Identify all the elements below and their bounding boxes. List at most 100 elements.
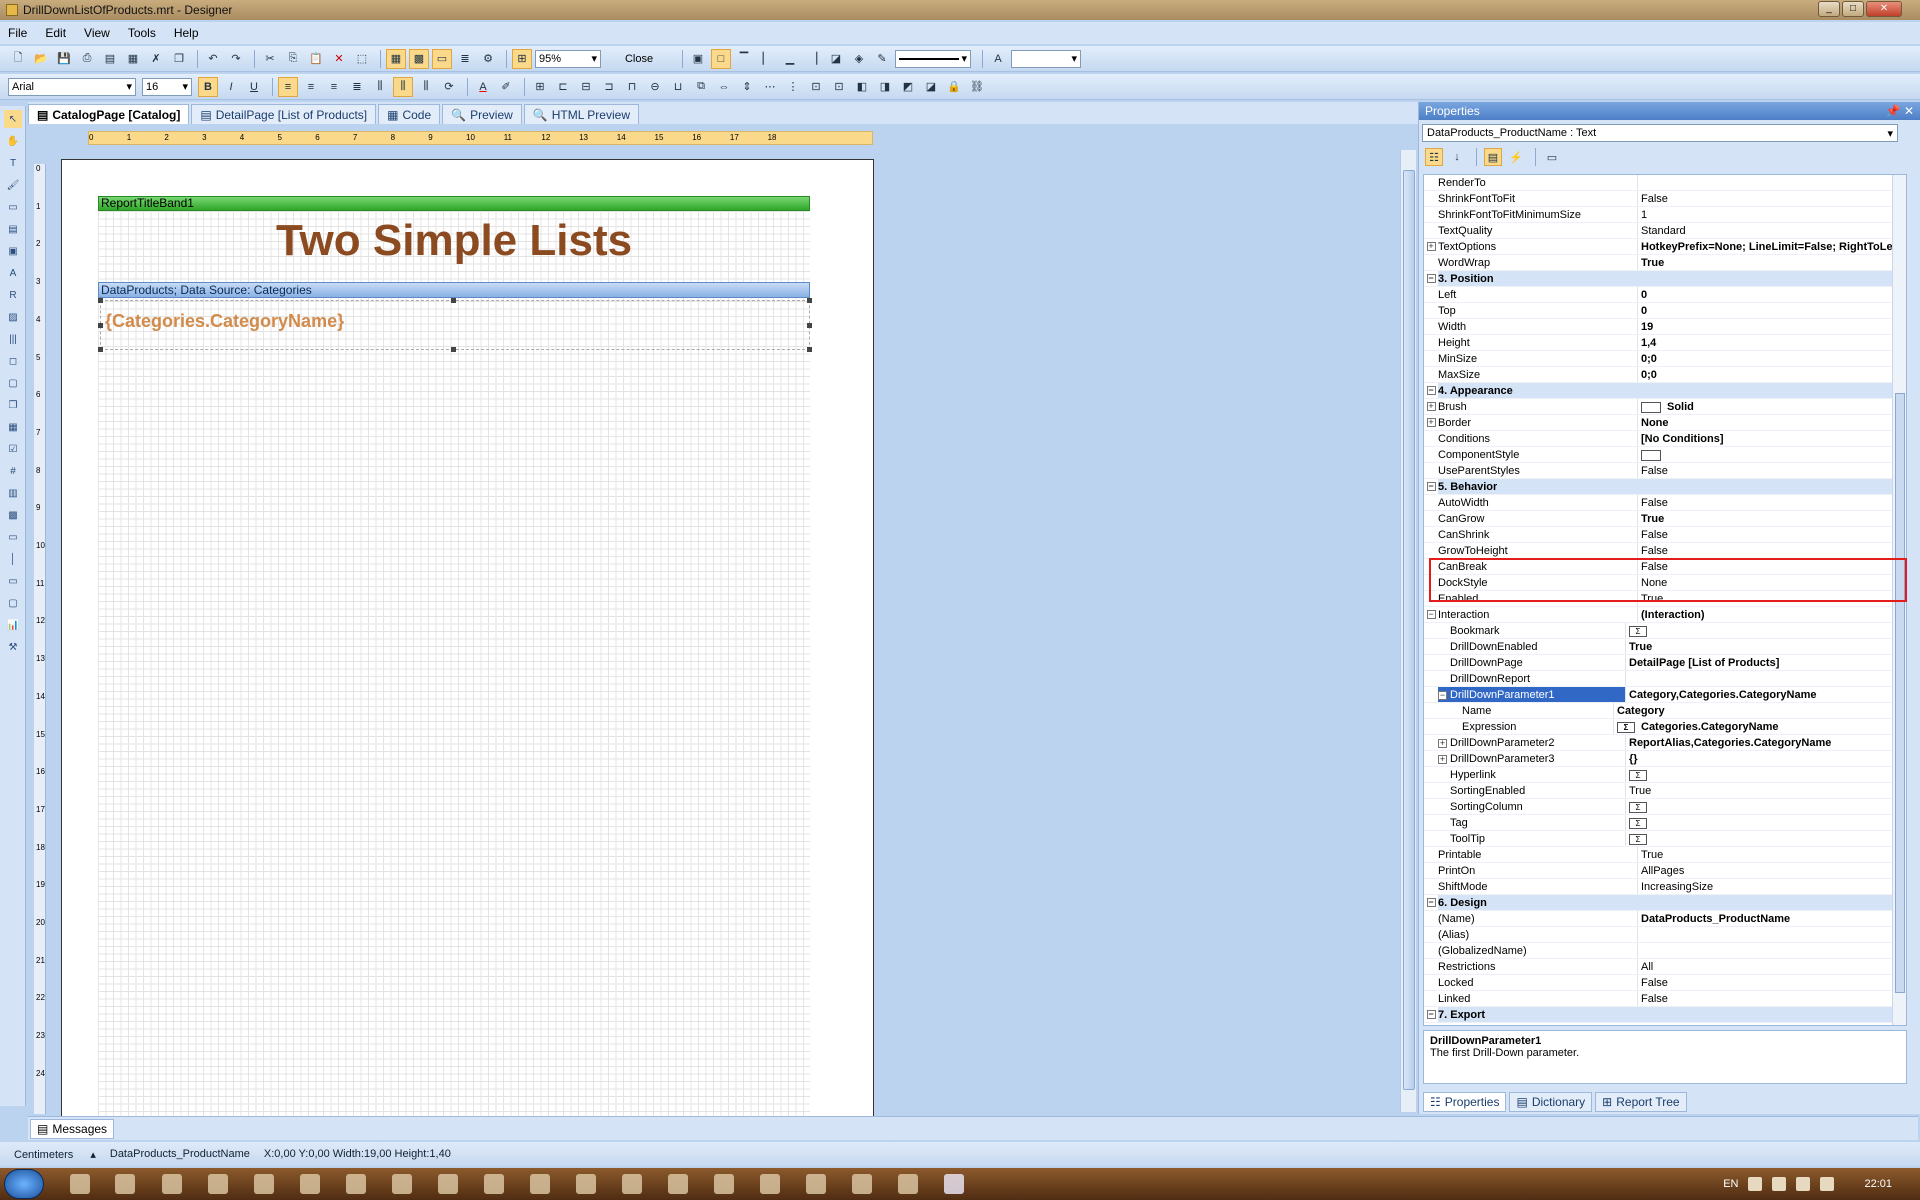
property-value[interactable]: ReportAlias,Categories.CategoryName xyxy=(1626,735,1906,750)
property-value[interactable]: False xyxy=(1638,543,1906,558)
resize-handle[interactable] xyxy=(98,347,103,352)
property-row[interactable]: Hyperlink Σ xyxy=(1424,767,1906,783)
alphabetical-icon[interactable]: ↓ xyxy=(1448,148,1466,166)
new-form-icon[interactable]: ▦ xyxy=(123,49,143,69)
tab-preview[interactable]: 🔍 Preview xyxy=(442,104,522,124)
rounded-rectangle-icon[interactable]: ▢ xyxy=(4,594,22,612)
expression-editor-icon[interactable]: Σ xyxy=(1629,625,1647,637)
link-icon[interactable]: ⛓ xyxy=(967,77,987,97)
make-same-height-icon[interactable]: ⇕ xyxy=(737,77,757,97)
tab-detail-page[interactable]: ▤ DetailPage [List of Products] xyxy=(191,104,377,124)
center-v-icon[interactable]: ⊡ xyxy=(829,77,849,97)
highlight-icon[interactable]: ✐ xyxy=(496,77,516,97)
taskbar-app-icon[interactable] xyxy=(484,1174,504,1194)
property-category[interactable]: −5. Behavior xyxy=(1424,479,1906,495)
property-value[interactable]: False xyxy=(1638,495,1906,510)
property-value[interactable]: 1 xyxy=(1638,207,1906,222)
taskbar-app-icon[interactable] xyxy=(346,1174,366,1194)
align-middles-icon[interactable]: ⊖ xyxy=(645,77,665,97)
property-grid[interactable]: RenderTo ShrinkFontToFit False ShrinkFontTo… xyxy=(1423,174,1907,1026)
property-row[interactable]: SortingEnabled True xyxy=(1424,783,1906,799)
zoom-icon[interactable]: ⊞ xyxy=(512,48,532,69)
property-row[interactable]: ShrinkFontToFit False xyxy=(1424,191,1906,207)
property-value[interactable]: Σ xyxy=(1626,799,1906,814)
property-value[interactable] xyxy=(1638,943,1906,958)
expression-editor-icon[interactable]: Σ xyxy=(1629,769,1647,781)
tab-code[interactable]: ▦ Code xyxy=(378,104,441,124)
pan-tool-icon[interactable]: ✋ xyxy=(4,132,22,150)
tab-catalog-page[interactable]: ▤ CatalogPage [Catalog] xyxy=(28,104,190,124)
tab-properties[interactable]: ☷ Properties xyxy=(1423,1092,1507,1112)
make-same-size-icon[interactable]: ⧉ xyxy=(691,77,711,97)
bring-front-icon[interactable]: ◧ xyxy=(852,77,872,97)
object-selector[interactable]: DataProducts_ProductName : Text ▾ xyxy=(1422,124,1898,142)
category-name-field[interactable]: {Categories.CategoryName} xyxy=(98,298,812,352)
align-right-icon[interactable]: ≡ xyxy=(324,77,344,97)
property-row[interactable]: (GlobalizedName) xyxy=(1424,943,1906,959)
resize-handle[interactable] xyxy=(451,347,456,352)
property-row[interactable]: Height 1,4 xyxy=(1424,335,1906,351)
property-value[interactable]: False xyxy=(1638,527,1906,542)
expression-editor-icon[interactable]: Σ xyxy=(1629,801,1647,813)
delete-page-icon[interactable]: ✗ xyxy=(146,49,166,69)
move-forward-icon[interactable]: ◩ xyxy=(898,77,918,97)
tab-report-tree[interactable]: ⊞ Report Tree xyxy=(1595,1092,1687,1112)
collapse-icon[interactable]: − xyxy=(1424,479,1438,494)
property-value[interactable]: True xyxy=(1638,511,1906,526)
property-value[interactable]: IncreasingSize xyxy=(1638,879,1906,894)
property-value[interactable]: True xyxy=(1638,847,1906,862)
bold-icon[interactable]: B xyxy=(198,76,218,97)
property-row[interactable]: − DrillDownParameter1 Category,Categories.… xyxy=(1424,687,1906,703)
expand-icon[interactable] xyxy=(1424,735,1438,750)
property-row[interactable]: (Alias) xyxy=(1424,927,1906,943)
close-window-button[interactable]: ✕ xyxy=(1866,1,1902,17)
lock-icon[interactable]: 🔒 xyxy=(944,77,964,97)
property-row[interactable]: Conditions [No Conditions] xyxy=(1424,431,1906,447)
expand-icon[interactable]: + xyxy=(1438,755,1447,764)
collapse-icon[interactable]: − xyxy=(1424,1007,1438,1022)
select-tool-icon[interactable]: ↖ xyxy=(4,110,22,128)
resize-handle[interactable] xyxy=(98,298,103,303)
property-value[interactable] xyxy=(1626,671,1906,686)
property-row[interactable]: PrintOn AllPages xyxy=(1424,863,1906,879)
property-value[interactable]: {} xyxy=(1626,751,1906,766)
image-icon[interactable]: ▨ xyxy=(4,308,22,326)
property-row[interactable]: Tag Σ xyxy=(1424,815,1906,831)
open-icon[interactable]: 📂 xyxy=(31,49,51,69)
copy-icon[interactable]: ⎘ xyxy=(283,49,303,69)
barcode-icon[interactable]: ||| xyxy=(4,330,22,348)
menu-help[interactable]: Help xyxy=(174,26,199,40)
align-tops-icon[interactable]: ⊓ xyxy=(622,77,642,97)
send-back-icon[interactable]: ◨ xyxy=(875,77,895,97)
bar-chart-icon[interactable]: 📊 xyxy=(4,616,22,634)
design-vertical-scrollbar[interactable] xyxy=(1400,150,1416,1112)
align-center-icon[interactable]: ≡ xyxy=(301,77,321,97)
property-row[interactable]: − Interaction (Interaction) xyxy=(1424,607,1906,623)
expand-icon[interactable]: + xyxy=(1424,239,1438,254)
tray-arrow-icon[interactable] xyxy=(1748,1177,1763,1191)
property-value[interactable]: False xyxy=(1638,463,1906,478)
font-size-select[interactable]: 16 ▾ xyxy=(142,77,192,96)
resize-handle[interactable] xyxy=(807,323,812,328)
vertical-line-icon[interactable]: │ xyxy=(4,550,22,568)
property-row[interactable]: + Brush Solid xyxy=(1424,399,1906,415)
collapse-icon[interactable]: − xyxy=(1424,383,1438,398)
taskbar-app-icon[interactable] xyxy=(530,1174,550,1194)
events-icon[interactable]: ⚡ xyxy=(1507,148,1525,166)
border-none-icon[interactable]: □ xyxy=(711,48,731,69)
menu-view[interactable]: View xyxy=(84,26,110,40)
property-row[interactable]: ComponentStyle xyxy=(1424,447,1906,463)
print-preview-icon[interactable]: ⎙ xyxy=(77,49,97,69)
undo-icon[interactable]: ↶ xyxy=(203,49,223,69)
align-to-grid-icon[interactable]: ▩ xyxy=(409,48,429,69)
report-page[interactable]: ReportTitleBand1 Two Simple Lists DataPr… xyxy=(61,159,874,1119)
property-category[interactable]: −4. Appearance xyxy=(1424,383,1906,399)
property-row[interactable]: Linked False xyxy=(1424,991,1906,1007)
shape-icon[interactable]: ◻ xyxy=(4,352,22,370)
taskbar-app-icon[interactable] xyxy=(70,1174,90,1194)
tab-html-preview[interactable]: 🔍 HTML Preview xyxy=(523,104,639,124)
align-rights-icon[interactable]: ⊐ xyxy=(599,77,619,97)
border-right-icon[interactable]: ▕ xyxy=(803,49,823,69)
taskbar-app-icon[interactable] xyxy=(115,1174,135,1194)
property-value[interactable]: 0 xyxy=(1638,287,1906,302)
